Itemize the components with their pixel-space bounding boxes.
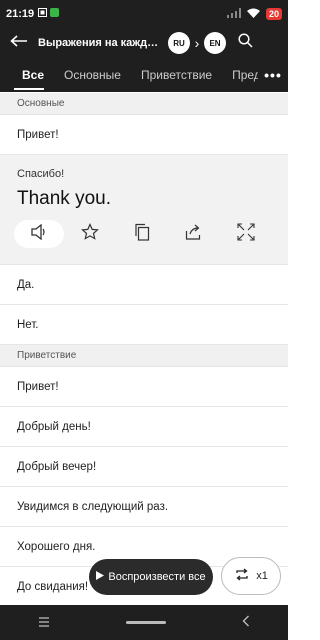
battery-badge: 20 bbox=[265, 8, 282, 20]
repeat-icon bbox=[234, 568, 250, 584]
list-item[interactable]: Добрый вечер! bbox=[0, 447, 288, 487]
section-header-basic: Основные bbox=[0, 93, 288, 115]
share-icon bbox=[185, 224, 203, 245]
expanded-phrase-card[interactable]: Спасибо! Thank you. bbox=[0, 155, 288, 265]
fullscreen-icon bbox=[237, 222, 255, 246]
search-button[interactable] bbox=[238, 33, 253, 53]
app-bar: Выражения на каждый день RU › EN bbox=[0, 28, 288, 58]
phrase-actions bbox=[14, 220, 288, 248]
system-nav-bar bbox=[0, 605, 288, 640]
play-all-label: Воспроизвести все bbox=[108, 571, 206, 583]
phrase-source-text: Спасибо! bbox=[17, 168, 65, 180]
notification-icon bbox=[38, 8, 48, 20]
back-button[interactable] bbox=[0, 34, 38, 52]
tab-greeting[interactable]: Приветствие bbox=[131, 58, 222, 92]
status-time: 21:19 bbox=[6, 8, 35, 20]
list-item[interactable]: Привет! bbox=[0, 115, 288, 155]
back-arrow-icon bbox=[10, 34, 28, 52]
status-right: 20 bbox=[226, 7, 282, 21]
repeat-button[interactable]: x1 bbox=[221, 557, 281, 595]
menu-lines-icon bbox=[38, 615, 50, 630]
more-icon: ••• bbox=[264, 67, 282, 83]
tab-all[interactable]: Все bbox=[0, 58, 54, 92]
play-icon bbox=[96, 571, 105, 583]
more-button[interactable]: ••• bbox=[258, 58, 288, 92]
favorite-button[interactable] bbox=[64, 222, 116, 246]
phrase-list: Основные Привет! Спасибо! Thank you. Да.… bbox=[0, 93, 288, 607]
copy-icon bbox=[134, 223, 150, 246]
play-audio-button[interactable] bbox=[14, 220, 64, 248]
chevron-left-icon bbox=[242, 615, 250, 630]
list-item[interactable]: Добрый день! bbox=[0, 407, 288, 447]
back-nav-button[interactable] bbox=[242, 615, 250, 630]
wifi-icon bbox=[246, 8, 260, 21]
play-all-button[interactable]: Воспроизвести все bbox=[89, 559, 213, 595]
category-tabs: Все Основные Приветствие Пред bbox=[0, 58, 288, 92]
app-notification-icon bbox=[50, 8, 60, 20]
status-bar: 21:19 20 bbox=[0, 0, 288, 28]
list-item[interactable]: Привет! bbox=[0, 367, 288, 407]
star-icon bbox=[81, 222, 99, 246]
chevron-right-icon: › bbox=[194, 35, 200, 51]
copy-button[interactable] bbox=[116, 223, 168, 246]
recent-apps-button[interactable] bbox=[38, 615, 50, 630]
list-item[interactable]: Нет. bbox=[0, 305, 288, 345]
home-button[interactable] bbox=[126, 621, 166, 624]
target-language-button[interactable]: EN bbox=[204, 32, 226, 54]
share-button[interactable] bbox=[168, 224, 220, 245]
signal-icon bbox=[226, 7, 241, 21]
speaker-icon bbox=[30, 223, 48, 245]
tab-basic[interactable]: Основные bbox=[54, 58, 131, 92]
list-item[interactable]: Увидимся в следующий раз. bbox=[0, 487, 288, 527]
source-language-button[interactable]: RU bbox=[168, 32, 190, 54]
fullscreen-button[interactable] bbox=[220, 222, 272, 246]
search-icon bbox=[238, 33, 253, 53]
repeat-count: x1 bbox=[256, 570, 268, 582]
page-title: Выражения на каждый день bbox=[38, 37, 164, 49]
list-item[interactable]: Да. bbox=[0, 265, 288, 305]
phrase-translation-text: Thank you. bbox=[17, 188, 111, 209]
section-header-greeting: Приветствие bbox=[0, 345, 288, 367]
